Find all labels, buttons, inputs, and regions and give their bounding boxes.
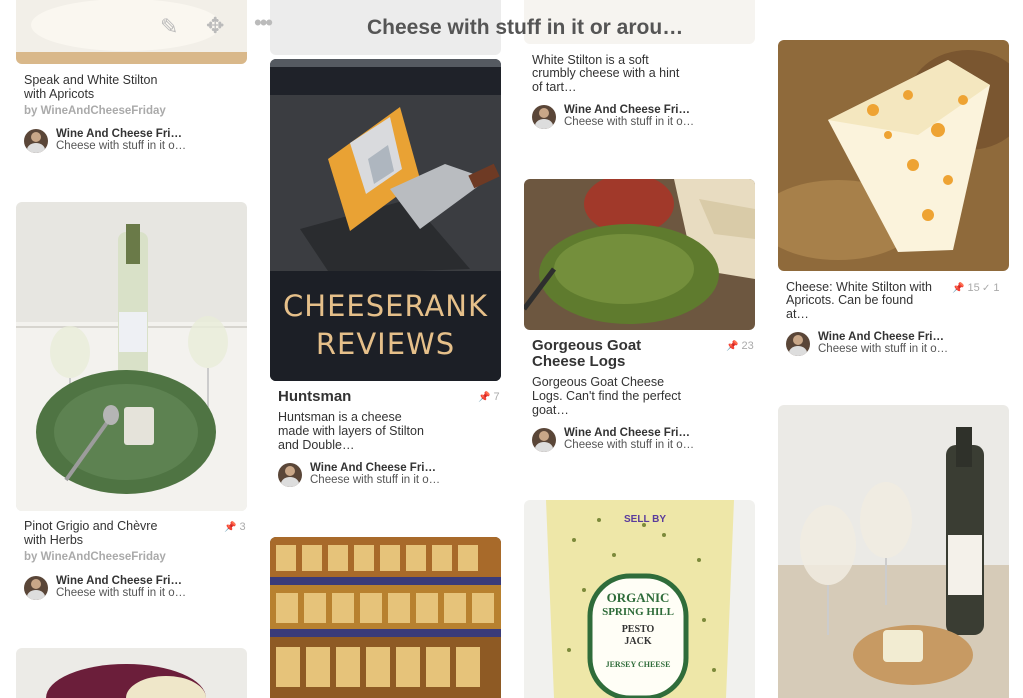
like-count-value: 1: [993, 282, 1000, 294]
pin-card-pinot-chevre[interactable]: Pinot Grigio and Chèvre with Herbs 📌 3 by…: [16, 202, 247, 612]
avatar[interactable]: [278, 463, 302, 487]
board-title: Cheese with stuff in it or arou…: [367, 16, 684, 39]
avatar[interactable]: [532, 428, 556, 452]
pin-title: Gorgeous Goat: [532, 337, 642, 354]
repin-count[interactable]: 📌 7: [478, 391, 500, 403]
pin-description-line2: made with layers of Stilton: [278, 424, 424, 438]
pin-description-line1: Gorgeous Goat Cheese: [532, 375, 665, 389]
repin-count-value: 3: [239, 521, 246, 533]
more-dots-icon[interactable]: •••: [254, 10, 273, 36]
pin-board[interactable]: Cheese with stuff in it o…: [818, 343, 948, 355]
pushpin-icon: 📌: [478, 392, 491, 403]
pin-card-wine-cheese-board[interactable]: [778, 405, 1009, 698]
pin-image[interactable]: SELL BY ORGANIC SPRING HILL PESTO JACK J…: [524, 500, 755, 698]
pin-description-line1: White Stilton is a soft: [532, 53, 649, 67]
image-caption-line1: CHEESERANK: [283, 289, 488, 323]
pushpin-icon: 📌: [726, 341, 739, 352]
pin-title: Pinot Grigio and Chèvre: [24, 519, 158, 533]
repin-count[interactable]: 📌 15: [952, 282, 980, 294]
pin-image[interactable]: CHEESERANK REVIEWS: [270, 59, 501, 381]
move-arrows-icon[interactable]: ✥: [206, 13, 224, 39]
pin-owner[interactable]: Wine And Cheese Fri…: [564, 427, 690, 439]
repin-count-value: 23: [741, 340, 754, 352]
pushpin-icon: 📌: [952, 283, 965, 294]
pin-description-line3: at…: [786, 307, 809, 321]
pin-card-stilton-apricots[interactable]: Cheese: White Stilton with Apricots. Can…: [778, 40, 1009, 365]
image-caption-line2: REVIEWS: [315, 327, 456, 361]
pin-card-goat-cheese-logs[interactable]: Gorgeous Goat Cheese Logs 📌 23 Gorgeous G…: [524, 179, 755, 464]
pin-image[interactable]: [524, 179, 755, 330]
like-count[interactable]: ✓ 1: [982, 282, 1000, 294]
repin-count[interactable]: 📌 3: [224, 521, 246, 533]
pin-description-line1: Cheese: White Stilton with: [786, 280, 932, 294]
pin-card-wax-cheese[interactable]: [16, 648, 247, 698]
pin-description-line2: crumbly cheese with a hint: [532, 66, 680, 80]
pin-image[interactable]: [778, 40, 1009, 271]
label-brand-line1: ORGANIC: [606, 590, 670, 605]
pin-owner[interactable]: Wine And Cheese Fri…: [56, 128, 182, 140]
pin-image[interactable]: [16, 202, 247, 511]
label-brand-line5: JERSEY CHEESE: [605, 660, 671, 669]
pin-board[interactable]: Cheese with stuff in it o…: [56, 587, 186, 599]
pin-title: Speak and White Stilton: [24, 73, 158, 87]
pin-image[interactable]: [778, 405, 1009, 698]
pin-description-line1: Huntsman is a cheese: [278, 410, 402, 424]
pin-source[interactable]: by WineAndCheeseFriday: [24, 551, 166, 563]
pin-owner[interactable]: Wine And Cheese Fri…: [56, 575, 182, 587]
avatar[interactable]: [24, 129, 48, 153]
pin-board[interactable]: Cheese with stuff in it o…: [310, 474, 440, 486]
pencil-icon[interactable]: ✎: [160, 14, 178, 40]
pin-image[interactable]: [270, 537, 501, 698]
pin-card-cheese-shelf[interactable]: [270, 537, 501, 698]
label-brand-line3: PESTO: [621, 624, 655, 635]
repin-count-value: 7: [493, 391, 500, 403]
pin-board[interactable]: Cheese with stuff in it o…: [564, 439, 694, 451]
label-brand-line4: JACK: [624, 636, 652, 647]
repin-count[interactable]: 📌 23: [726, 340, 754, 352]
label-brand-line2: SPRING HILL: [602, 606, 674, 618]
pin-description-line3: goat…: [532, 403, 569, 417]
pin-card-pesto-jack[interactable]: SELL BY ORGANIC SPRING HILL PESTO JACK J…: [524, 500, 755, 698]
pin-title-line2: with Herbs: [24, 533, 84, 547]
pin-description-line3: of tart…: [532, 80, 577, 94]
pin-board[interactable]: Cheese with stuff in it o…: [564, 116, 694, 128]
pin-title: Huntsman: [278, 388, 352, 405]
avatar[interactable]: [786, 332, 810, 356]
avatar[interactable]: [24, 576, 48, 600]
label-sell-by: SELL BY: [624, 514, 667, 525]
pushpin-icon: 📌: [224, 522, 237, 533]
pin-owner[interactable]: Wine And Cheese Fri…: [310, 462, 436, 474]
pin-card-huntsman[interactable]: CHEESERANK REVIEWS Huntsman 📌 7 Huntsman …: [270, 0, 501, 500]
pin-board[interactable]: Cheese with stuff in it o…: [56, 140, 186, 152]
pin-title-line2: Cheese Logs: [532, 353, 626, 370]
repin-count-value: 15: [967, 282, 980, 294]
check-icon: ✓: [982, 283, 991, 294]
pin-owner[interactable]: Wine And Cheese Fri…: [564, 104, 690, 116]
pin-image[interactable]: [16, 648, 247, 698]
pin-source[interactable]: by WineAndCheeseFriday: [24, 105, 166, 117]
pin-description-line2: Logs. Can't find the perfect: [532, 389, 682, 403]
pin-description-line2: Apricots. Can be found: [786, 293, 914, 307]
pin-description-line3: and Double…: [278, 438, 355, 452]
pin-owner[interactable]: Wine And Cheese Fri…: [818, 331, 944, 343]
avatar[interactable]: [532, 105, 556, 129]
pin-title-line2: with Apricots: [24, 87, 95, 101]
